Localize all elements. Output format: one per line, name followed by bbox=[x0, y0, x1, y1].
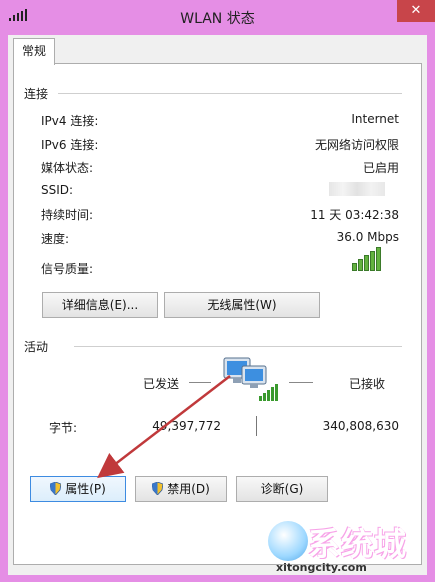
received-line bbox=[289, 382, 313, 383]
close-button[interactable]: ✕ bbox=[397, 0, 435, 22]
ssid-value-blurred bbox=[329, 182, 385, 196]
wifi-signal-bars-icon bbox=[352, 247, 386, 271]
ipv6-label: IPv6 连接: bbox=[41, 138, 99, 152]
sent-line bbox=[189, 382, 211, 383]
speed-label: 速度: bbox=[41, 232, 70, 246]
disable-button[interactable]: 禁用(D) bbox=[135, 476, 227, 502]
uac-shield-icon bbox=[152, 482, 164, 495]
duration-label: 持续时间: bbox=[41, 208, 94, 222]
ssid-label: SSID: bbox=[41, 183, 74, 197]
disable-button-label: 禁用(D) bbox=[167, 482, 210, 496]
connection-heading: 连接 bbox=[24, 87, 49, 101]
tab-general[interactable]: 常规 bbox=[13, 38, 55, 65]
tab-panel: 连接 IPv4 连接: Internet IPv6 连接: 无网络访问权限 媒体… bbox=[13, 63, 422, 565]
ipv4-value: Internet bbox=[351, 112, 399, 126]
bytes-label: 字节: bbox=[49, 421, 78, 435]
network-computers-icon bbox=[223, 357, 278, 401]
details-button[interactable]: 详细信息(E)... bbox=[42, 292, 158, 318]
window-client: 常规 连接 IPv4 连接: Internet IPv6 连接: 无网络访问权限… bbox=[8, 35, 427, 575]
uac-shield-icon bbox=[50, 482, 62, 495]
properties-button[interactable]: 属性(P) bbox=[30, 476, 126, 502]
divider bbox=[58, 93, 402, 94]
bytes-received-value: 340,808,630 bbox=[322, 419, 399, 433]
ipv4-label: IPv4 连接: bbox=[41, 114, 99, 128]
watermark-logo: 系统城 xitongcity.com bbox=[268, 521, 428, 579]
window-title: WLAN 状态 bbox=[180, 11, 255, 27]
bytes-sent-value: 49,397,772 bbox=[152, 419, 221, 433]
signal-quality-label: 信号质量: bbox=[41, 262, 94, 276]
watermark-url: xitongcity.com bbox=[276, 561, 367, 574]
wireless-properties-button[interactable]: 无线属性(W) bbox=[164, 292, 320, 318]
title-bar: WLAN 状态 ✕ bbox=[0, 0, 435, 34]
speed-value: 36.0 Mbps bbox=[336, 230, 399, 244]
duration-value: 11 天 03:42:38 bbox=[310, 208, 399, 222]
watermark-text: 系统城 bbox=[308, 525, 408, 563]
activity-heading: 活动 bbox=[24, 340, 49, 354]
diagnose-button[interactable]: 诊断(G) bbox=[236, 476, 328, 502]
ipv6-value: 无网络访问权限 bbox=[314, 138, 399, 152]
properties-button-label: 属性(P) bbox=[65, 482, 106, 496]
media-state-label: 媒体状态: bbox=[41, 161, 94, 175]
sent-label: 已发送 bbox=[143, 377, 180, 391]
bytes-separator bbox=[256, 416, 257, 436]
received-label: 已接收 bbox=[349, 377, 386, 391]
divider bbox=[74, 346, 402, 347]
windows-logo-icon bbox=[268, 521, 308, 561]
media-state-value: 已启用 bbox=[362, 161, 399, 175]
